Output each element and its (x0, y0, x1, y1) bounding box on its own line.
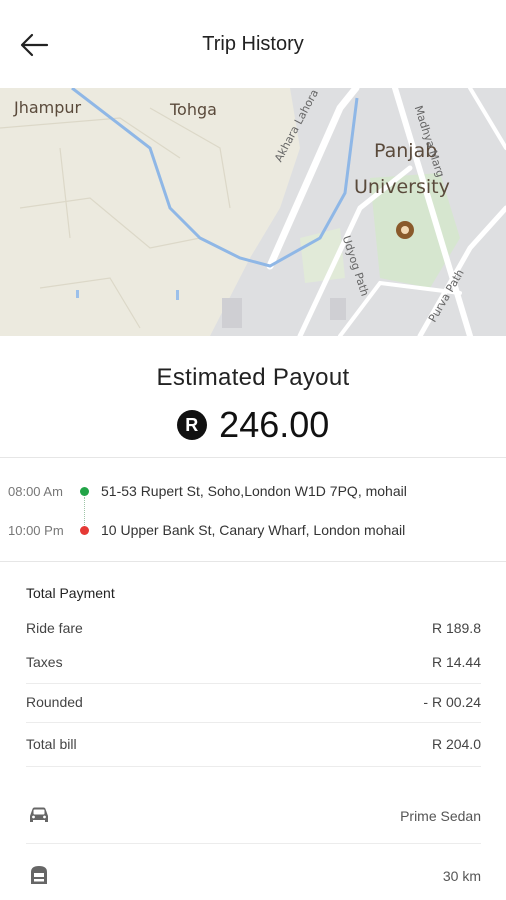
ride-fare-value: R 189.8 (431, 620, 481, 636)
map-label-tohga: Tohga (170, 100, 217, 119)
distance-row: 30 km (26, 862, 481, 892)
route-map[interactable]: Jhampur Tohga Panjab University Akhara L… (0, 88, 506, 336)
map-label-university: University (354, 176, 450, 198)
map-label-jhampur: Jhampur (14, 98, 82, 117)
car-icon (26, 802, 52, 828)
payout-amount-row: R 246.00 (0, 404, 506, 448)
dropoff-time: 10:00 Pm (8, 523, 64, 538)
distance-value: 30 km (442, 868, 481, 884)
rounded-label: Rounded (26, 694, 83, 710)
rounded-value: - R 00.24 (423, 694, 481, 710)
road-icon (26, 862, 52, 888)
dropoff-dot-icon (80, 526, 89, 535)
rounded-row: Rounded - R 00.24 (26, 694, 481, 716)
ride-fare-label: Ride fare (26, 620, 83, 636)
ride-fare-row: Ride fare R 189.8 (26, 620, 481, 642)
total-bill-label: Total bill (26, 736, 77, 752)
currency-icon: R (176, 410, 207, 440)
payout-amount: 246.00 (219, 404, 330, 445)
total-payment-title: Total Payment (26, 585, 115, 601)
divider (26, 843, 481, 844)
divider (26, 683, 481, 684)
pickup-address: 51-53 Rupert St, Soho,London W1D 7PQ, mo… (101, 483, 407, 499)
dropoff-address: 10 Upper Bank St, Canary Wharf, London m… (101, 522, 406, 538)
vehicle-type-value: Prime Sedan (400, 808, 481, 824)
divider (26, 722, 481, 723)
pickup-time: 08:00 Am (8, 484, 63, 499)
divider (0, 561, 506, 562)
divider (0, 457, 506, 458)
divider (26, 766, 481, 767)
taxes-value: R 14.44 (431, 654, 481, 670)
pickup-dot-icon (80, 487, 89, 496)
estimated-payout-title: Estimated Payout (156, 364, 350, 391)
total-bill-value: R 204.0 (431, 736, 481, 752)
page-title: Trip History (202, 33, 304, 55)
taxes-label: Taxes (26, 654, 63, 670)
app-header: Trip History (0, 0, 506, 88)
route-connector (84, 497, 86, 527)
vehicle-type-row: Prime Sedan (26, 802, 481, 832)
total-bill-row: Total bill R 204.0 (26, 736, 481, 758)
taxes-row: Taxes R 14.44 (26, 654, 481, 676)
